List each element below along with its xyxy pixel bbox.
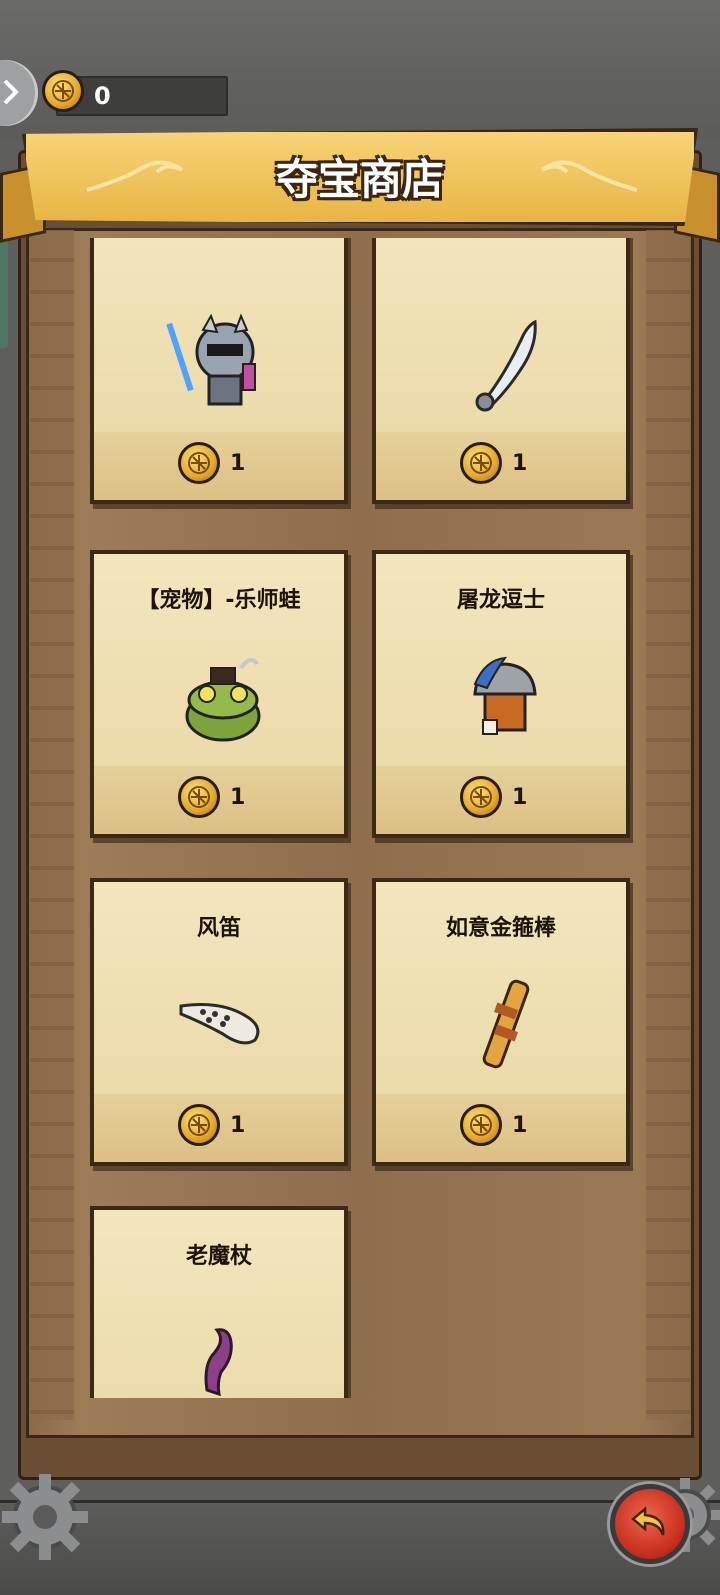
item-price: 1 bbox=[512, 785, 528, 810]
left-pillar-ornament bbox=[30, 230, 74, 1420]
gold-coin-icon bbox=[460, 776, 502, 818]
gold-coin-icon bbox=[42, 70, 84, 112]
item-price: 1 bbox=[230, 785, 246, 810]
curved-blade-icon bbox=[475, 319, 537, 412]
item-price: 1 bbox=[230, 1113, 246, 1138]
armored-knight-icon bbox=[473, 656, 537, 735]
shop-title: 夺宝商店 bbox=[275, 155, 444, 204]
shop-item-card[interactable]: 1 bbox=[90, 238, 348, 504]
item-name: 屠龙逗士 bbox=[456, 588, 545, 613]
coin-balance-bar: 0 bbox=[42, 70, 228, 116]
shop-item-card[interactable]: 1 bbox=[372, 238, 630, 504]
gold-coin-icon bbox=[178, 1104, 220, 1146]
golden-staff-icon bbox=[482, 979, 530, 1069]
top-bar bbox=[0, 0, 720, 140]
gold-coin-icon bbox=[178, 442, 220, 484]
ocarina-icon bbox=[179, 1003, 260, 1045]
chevron-right-icon bbox=[3, 79, 19, 105]
shop-item-card[interactable]: 【宠物】-乐师蛙 1 bbox=[90, 550, 348, 838]
frog-musician-icon bbox=[185, 657, 261, 742]
shop-item-card[interactable]: 如意金箍棒 1 bbox=[372, 878, 630, 1166]
wand-icon bbox=[204, 1328, 233, 1397]
shop-item-grid[interactable]: 1 1 【宠物】-乐师蛙 1 屠龙逗士 1 风笛 1 如意金箍棒 1 老魔杖 bbox=[80, 238, 652, 1398]
right-pillar-ornament bbox=[646, 230, 690, 1420]
item-name: 【宠物】-乐师蛙 bbox=[137, 588, 301, 613]
return-arrow-icon bbox=[631, 1506, 665, 1536]
item-name: 老魔杖 bbox=[185, 1244, 252, 1269]
gold-coin-icon bbox=[178, 776, 220, 818]
item-name: 如意金箍棒 bbox=[445, 916, 556, 941]
gear-icon bbox=[2, 1474, 88, 1560]
item-price: 1 bbox=[230, 451, 246, 476]
return-button[interactable] bbox=[610, 1484, 690, 1564]
side-tab bbox=[0, 228, 8, 348]
shop-item-card[interactable]: 风笛 1 bbox=[90, 878, 348, 1166]
item-name: 风笛 bbox=[196, 916, 241, 941]
knight-character-icon bbox=[166, 313, 256, 406]
item-price: 1 bbox=[512, 1113, 528, 1138]
shop-item-card[interactable]: 屠龙逗士 1 bbox=[372, 550, 630, 838]
title-banner: 夺宝商店 bbox=[0, 128, 720, 243]
coin-balance-value: 0 bbox=[94, 82, 111, 110]
shop-item-card[interactable]: 老魔杖 bbox=[90, 1206, 348, 1398]
item-price: 1 bbox=[512, 451, 528, 476]
gold-coin-icon bbox=[460, 1104, 502, 1146]
gold-coin-icon bbox=[460, 442, 502, 484]
